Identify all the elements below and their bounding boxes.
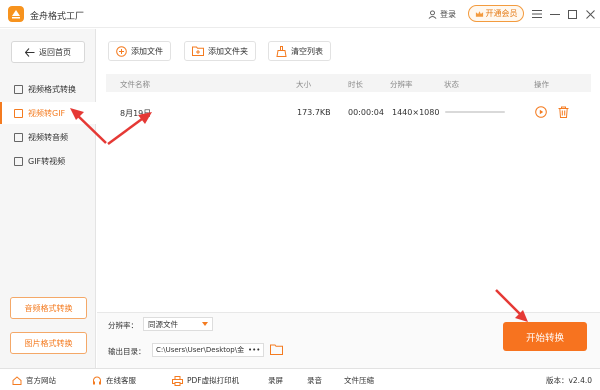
annotation-arrow [107, 112, 152, 146]
annotation-arrow [70, 108, 107, 144]
annotation-arrow [495, 289, 528, 322]
annotation-overlay [70, 108, 528, 322]
